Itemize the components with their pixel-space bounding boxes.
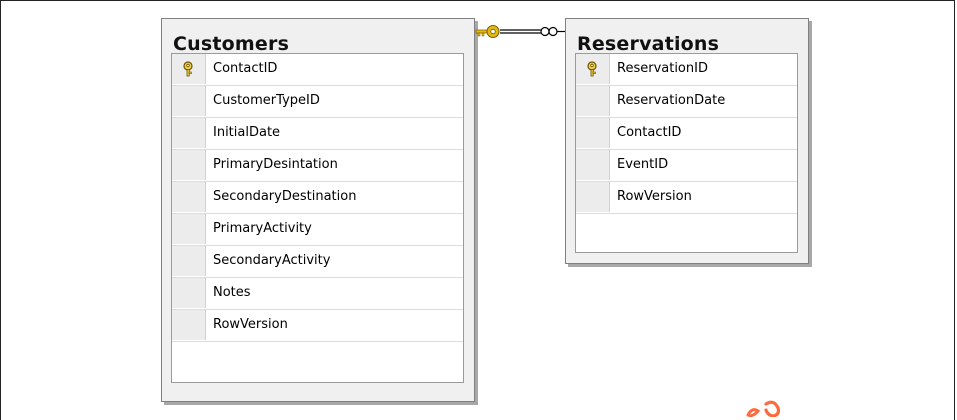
column-name: ContactID — [213, 61, 278, 76]
row-selector[interactable] — [172, 118, 206, 148]
row-selector[interactable] — [576, 54, 610, 84]
row-selector[interactable] — [172, 214, 206, 244]
column-row[interactable]: RowVersion — [172, 310, 463, 342]
table-title: Customers — [173, 33, 290, 55]
table-title: Reservations — [577, 33, 720, 55]
column-row[interactable]: ContactID — [172, 54, 463, 86]
column-row[interactable]: ReservationID — [576, 54, 797, 86]
reservations-table[interactable]: Reservations ReservationID ReservationDa… — [565, 18, 809, 264]
column-name: ReservationDate — [617, 93, 726, 108]
column-row[interactable]: ContactID — [576, 118, 797, 150]
row-selector[interactable] — [172, 182, 206, 212]
column-name: PrimaryDesintation — [213, 157, 338, 172]
column-name: SecondaryDestination — [213, 189, 357, 204]
column-name: CustomerTypeID — [213, 93, 320, 108]
column-grid: ContactID CustomerTypeID InitialDate Pri… — [171, 53, 464, 383]
column-row[interactable]: ReservationDate — [576, 86, 797, 118]
column-row[interactable]: EventID — [576, 150, 797, 182]
diagram-canvas — [0, 0, 955, 420]
column-name: RowVersion — [617, 189, 692, 204]
column-name: PrimaryActivity — [213, 221, 312, 236]
column-row[interactable]: PrimaryDesintation — [172, 150, 463, 182]
column-row[interactable]: InitialDate — [172, 118, 463, 150]
column-grid: ReservationID ReservationDate ContactID … — [575, 53, 798, 253]
row-selector[interactable] — [172, 54, 206, 84]
column-row[interactable]: CustomerTypeID — [172, 86, 463, 118]
row-selector[interactable] — [576, 150, 610, 180]
column-row[interactable]: Notes — [172, 278, 463, 310]
key-icon — [183, 61, 193, 77]
row-selector[interactable] — [576, 182, 610, 212]
row-selector[interactable] — [172, 246, 206, 276]
column-row[interactable]: RowVersion — [576, 182, 797, 214]
column-row[interactable]: SecondaryActivity — [172, 246, 463, 278]
row-selector[interactable] — [576, 118, 610, 148]
key-icon — [587, 61, 597, 77]
column-row[interactable]: PrimaryActivity — [172, 214, 463, 246]
row-selector[interactable] — [172, 310, 206, 340]
column-name: EventID — [617, 157, 669, 172]
row-selector[interactable] — [172, 150, 206, 180]
column-name: RowVersion — [213, 317, 288, 332]
column-row[interactable]: SecondaryDestination — [172, 182, 463, 214]
column-name: InitialDate — [213, 125, 281, 140]
row-selector[interactable] — [172, 86, 206, 116]
row-selector[interactable] — [576, 86, 610, 116]
column-name: SecondaryActivity — [213, 253, 331, 268]
column-name: Notes — [213, 285, 251, 300]
row-selector[interactable] — [172, 278, 206, 308]
column-name: ReservationID — [617, 61, 708, 76]
column-name: ContactID — [617, 125, 682, 140]
watermark-logo — [746, 400, 781, 417]
customers-table[interactable]: Customers ContactID CustomerTypeID Initi… — [161, 18, 475, 402]
